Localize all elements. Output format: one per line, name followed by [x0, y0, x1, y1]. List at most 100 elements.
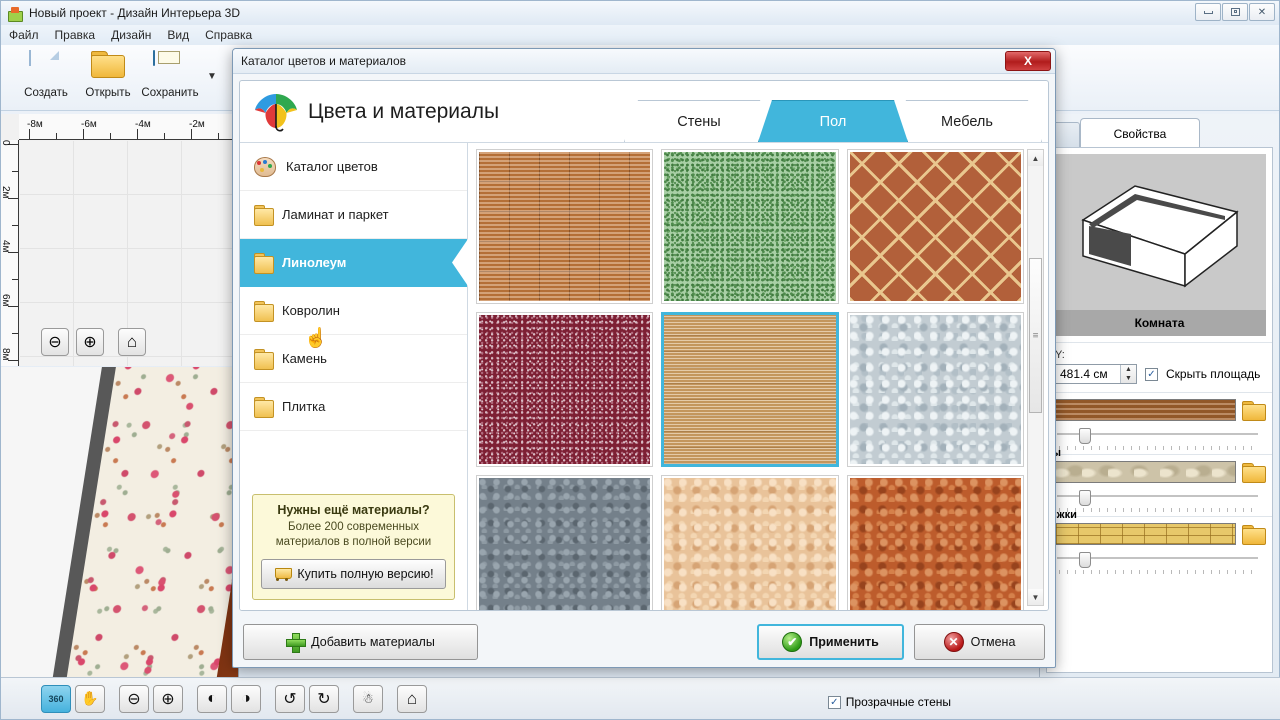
tab-walls[interactable]: Стены	[624, 100, 774, 142]
swatch-ornamental-diamond[interactable]	[846, 149, 1024, 304]
hide-area-checkbox[interactable]: ✓	[1145, 367, 1158, 381]
spin-down-icon[interactable]: ▼	[1121, 374, 1136, 383]
sidebar-item-color-catalog[interactable]: Каталог цветов	[240, 143, 467, 191]
transparent-walls-checkbox[interactable]: ✓	[827, 695, 841, 709]
rotate-horizontal-left-button[interactable]: ↺	[275, 684, 305, 713]
dialog-heading-bold: Цвета	[308, 99, 373, 123]
tab-properties[interactable]: Свойства	[1080, 118, 1200, 148]
sidebar-item-laminate[interactable]: Ламинат и паркет	[240, 191, 467, 239]
plan-zoom-out-button[interactable]: ⊖	[41, 328, 69, 356]
light-bulb-button[interactable]: ☃	[353, 684, 383, 713]
folder-icon	[254, 349, 274, 370]
folder-icon-floor[interactable]	[1242, 401, 1266, 421]
toolbar-overflow-caret[interactable]: ▼	[207, 71, 217, 82]
sidebar-item-tile[interactable]: Плитка	[240, 383, 467, 431]
sidebar-item-linoleum[interactable]: Линолеум	[240, 239, 467, 287]
maximize-button[interactable]	[1222, 3, 1248, 21]
toolbar-new-button[interactable]: Создать	[15, 49, 77, 99]
material-slider-floor[interactable]	[1055, 428, 1264, 450]
sidebar-item-stone[interactable]: Камень	[240, 335, 467, 383]
dialog-content: Цвета и материалы Стены Пол Мебель Катал…	[239, 80, 1049, 611]
material-swatch-floor[interactable]	[1055, 399, 1236, 421]
rotate-vertical-left-button[interactable]: ◐	[197, 684, 227, 713]
x-circle-icon: ✕	[943, 632, 964, 652]
material-swatch-moldings[interactable]	[1055, 523, 1236, 545]
buy-full-version-button[interactable]: Купить полную версию!	[261, 559, 446, 589]
menu-view[interactable]: Вид	[167, 28, 189, 42]
application-window: Новый проект - Дизайн Интерьера 3D ✕ Фай…	[0, 0, 1280, 720]
ruler-x-label-3: -2м	[189, 119, 205, 130]
swatch-terracotta-mottle[interactable]	[846, 475, 1024, 610]
y-input[interactable]	[1056, 365, 1120, 383]
material-block-floor	[1047, 392, 1272, 454]
scroll-down-arrow[interactable]: ▼	[1028, 589, 1043, 605]
category-sidebar: Каталог цветов Ламинат и паркет Линолеум…	[240, 143, 468, 610]
transparent-walls-group[interactable]: ✓ Прозрачные стены	[827, 695, 951, 709]
sidebar-item-carpet[interactable]: Ковролин	[240, 287, 467, 335]
dialog-header: Цвета и материалы Стены Пол Мебель	[240, 81, 1048, 143]
light-bulb-icon: ☃	[362, 690, 374, 706]
swatch-green-speckle[interactable]	[661, 149, 839, 304]
swatch-peach-mottle[interactable]	[661, 475, 839, 610]
menu-design[interactable]: Дизайн	[111, 28, 151, 42]
swatch-burgundy-speckle[interactable]	[476, 312, 654, 467]
plan-2d-view[interactable]: -8м -6м -4м -2м 0 2м 4м 6м 8м ⊖ ⊕ ⌂	[1, 114, 239, 366]
slider-thumb-floor[interactable]	[1079, 428, 1091, 444]
folder-icon	[254, 301, 274, 322]
tab-furniture[interactable]: Мебель	[892, 100, 1042, 142]
spin-up-icon[interactable]: ▲	[1121, 365, 1136, 374]
folder-icon-walls[interactable]	[1242, 463, 1266, 483]
add-materials-button[interactable]: Добавить материалы	[243, 624, 478, 660]
swatch-dark-gray-mottle[interactable]	[476, 475, 654, 610]
swatch-gray-white-mottle[interactable]	[846, 312, 1024, 467]
sidebar-label-2: Линолеум	[282, 255, 347, 270]
menu-help[interactable]: Справка	[205, 28, 252, 42]
plan-home-button[interactable]: ⌂	[118, 328, 146, 356]
orbit-360-button[interactable]: 360	[41, 684, 71, 713]
tab-floor[interactable]: Пол	[758, 100, 908, 142]
ruler-y-label-3: 6м	[1, 294, 11, 307]
material-swatch-walls[interactable]	[1055, 461, 1236, 483]
close-button[interactable]: ✕	[1249, 3, 1275, 21]
pan-hand-button[interactable]: ✋	[75, 684, 105, 713]
toolbar-save-button[interactable]: Сохранить	[139, 49, 201, 99]
dialog-close-button[interactable]: X	[1005, 51, 1051, 71]
room-thumbnail: Комната	[1053, 154, 1266, 336]
material-slider-moldings[interactable]	[1055, 552, 1264, 574]
apply-button[interactable]: ✔ Применить	[757, 624, 904, 660]
view-zoom-out-button[interactable]: ⊖	[119, 684, 149, 713]
view-3d[interactable]	[1, 367, 239, 679]
swatch-grid-scrollbar[interactable]: ▲ ▼	[1027, 149, 1044, 606]
umbrella-icon	[252, 88, 300, 136]
swatch-parquet-basketweave[interactable]	[476, 149, 654, 304]
sidebar-label-0: Каталог цветов	[286, 159, 378, 174]
slider-thumb-walls[interactable]	[1079, 490, 1091, 506]
folder-icon-moldings[interactable]	[1242, 525, 1266, 545]
home-view-button[interactable]: ⌂	[397, 684, 427, 713]
y-spin-buttons[interactable]: ▲ ▼	[1120, 365, 1136, 383]
rotate-vertical-right-button[interactable]: ◑	[231, 684, 261, 713]
slider-thumb-moldings[interactable]	[1079, 552, 1091, 568]
swatch-bamboo-stripe[interactable]	[661, 312, 839, 467]
material-slider-walls[interactable]	[1055, 490, 1264, 512]
toolbar-open-button[interactable]: Открыть	[77, 49, 139, 99]
zoom-out-icon: ⊖	[48, 334, 62, 351]
menu-file[interactable]: Файл	[9, 28, 39, 42]
cart-icon	[273, 567, 293, 581]
y-spinner[interactable]: ▲ ▼	[1055, 364, 1137, 384]
cancel-button[interactable]: ✕ Отмена	[914, 624, 1045, 660]
toolbar-save-label: Сохранить	[141, 87, 199, 99]
view-zoom-in-button[interactable]: ⊕	[153, 684, 183, 713]
scroll-up-arrow[interactable]: ▲	[1028, 150, 1043, 166]
minimize-button[interactable]	[1195, 3, 1221, 21]
sidebar-label-1: Ламинат и паркет	[282, 207, 389, 222]
scroll-thumb[interactable]	[1029, 258, 1042, 413]
folder-icon	[254, 205, 274, 226]
open-folder-icon	[91, 51, 125, 85]
rotate-horizontal-right-button[interactable]: ↻	[309, 684, 339, 713]
plan-canvas[interactable]: ⊖ ⊕ ⌂	[20, 141, 238, 366]
plan-zoom-in-button[interactable]: ⊕	[76, 328, 104, 356]
home-icon: ⌂	[406, 688, 418, 708]
menu-edit[interactable]: Правка	[55, 28, 96, 42]
menubar: Файл Правка Дизайн Вид Справка	[1, 25, 1279, 45]
